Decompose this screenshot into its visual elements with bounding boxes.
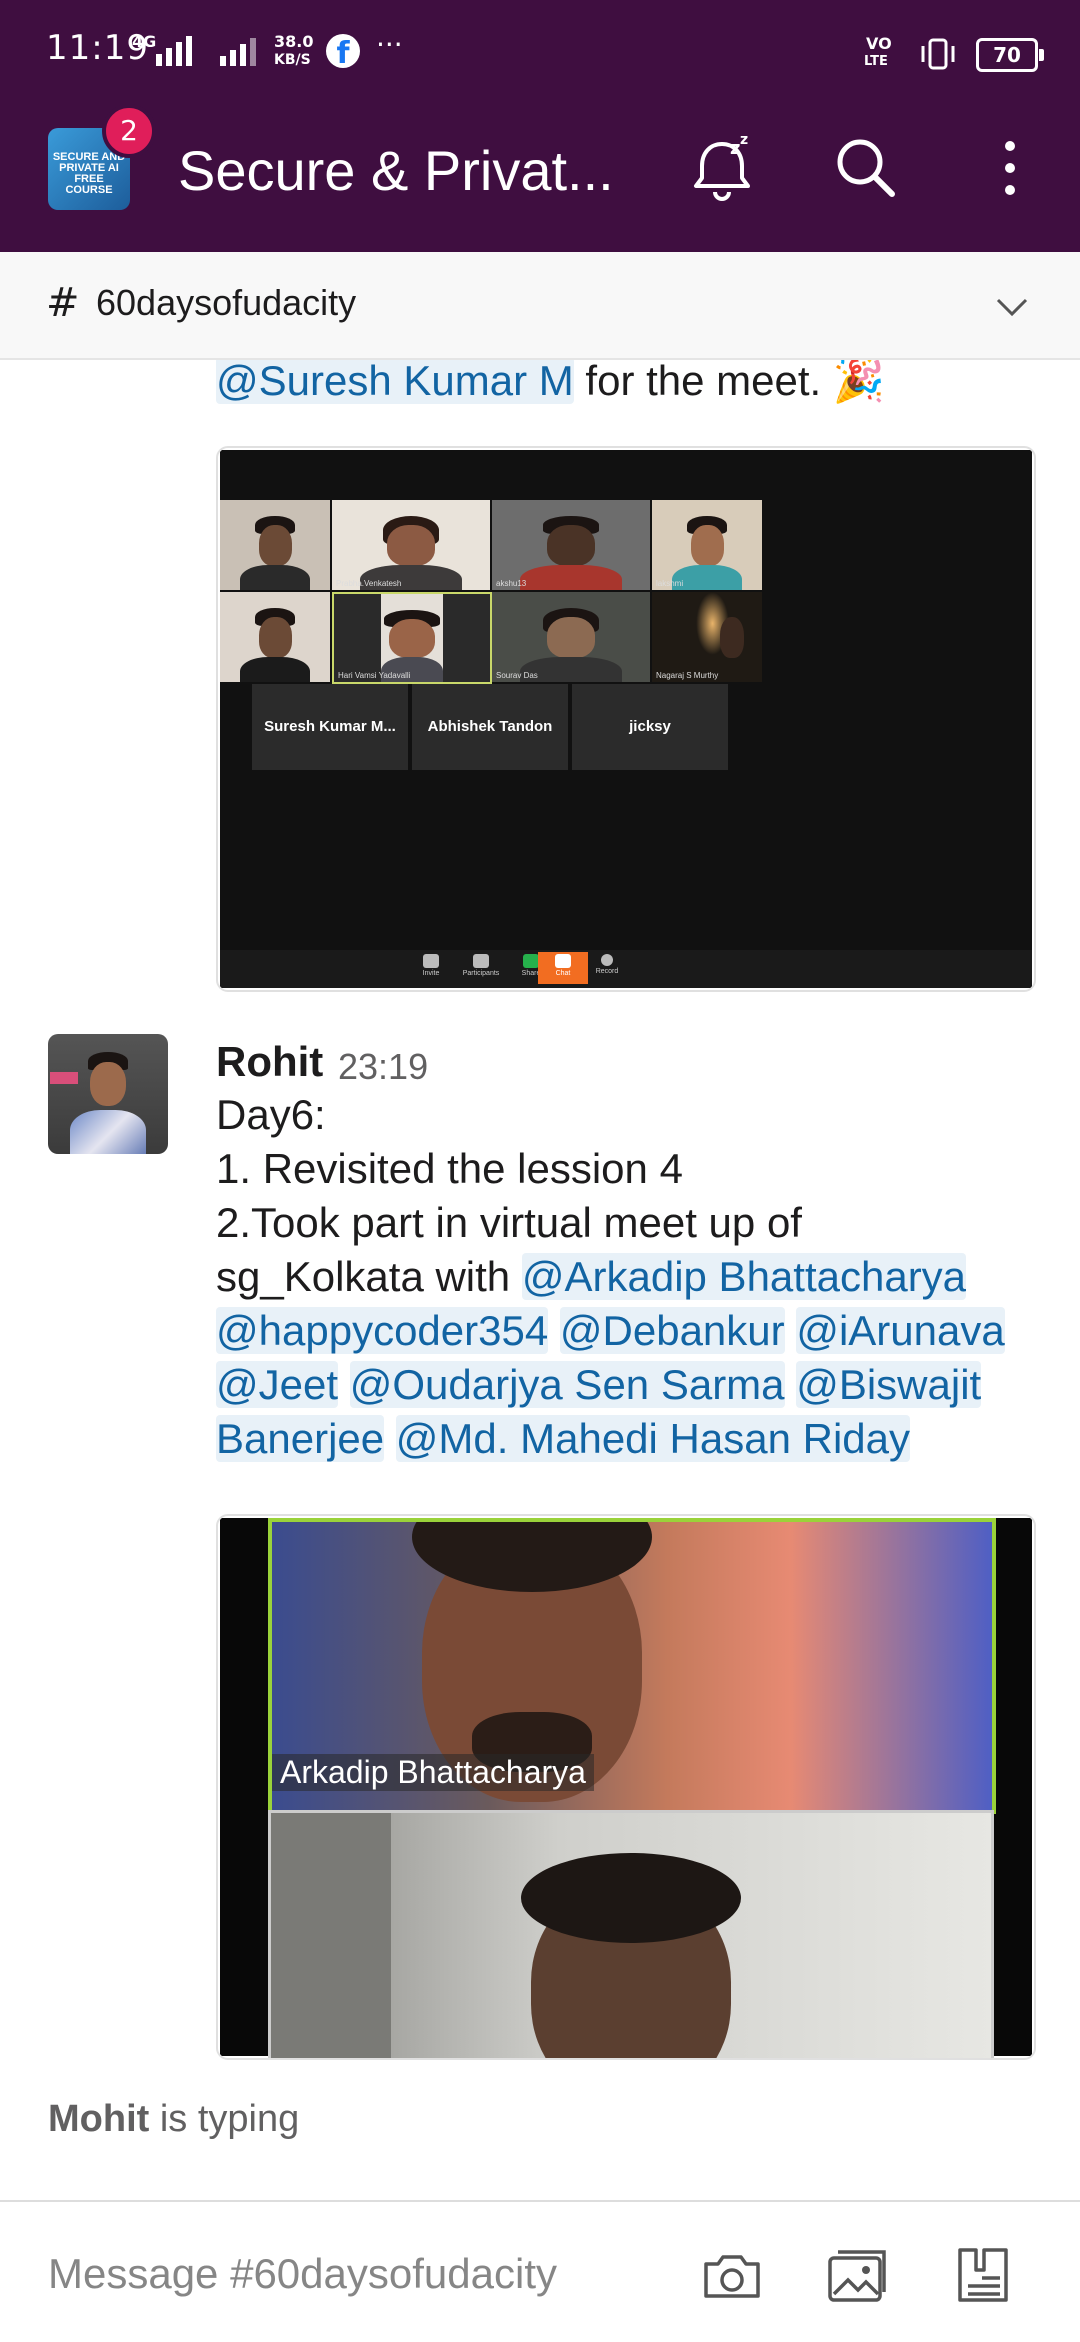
mention-link[interactable]: @Biswajit bbox=[796, 1361, 982, 1408]
mention-link[interactable]: @happycoder354 bbox=[216, 1307, 549, 1354]
app-bar: SECURE AND PRIVATE AI FREE COURSE 2 Secu… bbox=[0, 86, 1080, 252]
message-line: 1. Revisited the lession 4 bbox=[216, 1145, 683, 1192]
svg-text:z: z bbox=[740, 132, 748, 148]
zoom-speaker-view: Arkadip Bhattacharya bbox=[220, 1518, 1032, 2058]
video-tile-camera-off: Abhishek Tandon bbox=[412, 684, 568, 770]
volte-lte-label: LTE bbox=[864, 54, 888, 69]
message-feed[interactable]: @Suresh Kumar M for the meet. 🎉 Prabha.V… bbox=[0, 360, 1080, 2080]
video-tile: lakshmi bbox=[652, 500, 762, 590]
prev-message-tail: for the meet. 🎉 bbox=[573, 360, 886, 404]
video-tile-camera-off: Suresh Kumar M... bbox=[252, 684, 408, 770]
files-icon[interactable] bbox=[952, 2244, 1016, 2308]
snooze-bell-icon[interactable]: z z bbox=[680, 126, 764, 210]
message-author[interactable]: Rohit bbox=[216, 1038, 323, 1086]
mention-link[interactable]: @Jeet bbox=[216, 1361, 339, 1408]
zoom-invite-button: Invite bbox=[406, 952, 456, 984]
avatar[interactable] bbox=[48, 1034, 168, 1154]
video-tile-active-speaker: Hari Vamsi Yadavalli bbox=[332, 592, 492, 684]
mention-link[interactable]: Banerjee bbox=[216, 1415, 385, 1462]
workspace-title[interactable]: Secure & Privat... bbox=[178, 138, 648, 203]
signal-icon bbox=[156, 32, 192, 66]
mention-link[interactable]: @iArunava bbox=[796, 1307, 1005, 1354]
participant-name-label: Arkadip Bhattacharya bbox=[272, 1754, 594, 1791]
camera-icon[interactable] bbox=[700, 2244, 764, 2308]
workspace-logo-text: SECURE AND PRIVATE AI FREE COURSE bbox=[52, 151, 126, 196]
status-bar: 11:19 4G 38.0 KB/S f ··· VO LTE 70 bbox=[0, 0, 1080, 86]
message-line: @Jeet @Oudarjya Sen Sarma @Biswajit bbox=[216, 1358, 982, 1412]
mention-link[interactable]: @Oudarjya Sen Sarma bbox=[349, 1361, 785, 1408]
more-vert-icon[interactable] bbox=[968, 126, 1052, 210]
zoom-gallery: Prabha.Venkatesh akshu13 lakshmi Hari Va… bbox=[220, 450, 1032, 988]
typing-user: Mohit bbox=[48, 2098, 150, 2140]
mention-link[interactable]: @Suresh Kumar M bbox=[216, 360, 574, 404]
zoom-toolbar: Invite Participants Share Chat Record bbox=[220, 950, 1032, 988]
zoom-chat-button: Chat bbox=[538, 952, 588, 984]
video-tile-active-speaker: Arkadip Bhattacharya bbox=[268, 1518, 996, 1814]
facebook-icon: f bbox=[326, 34, 360, 68]
zoom-participants-button: Participants bbox=[456, 952, 506, 984]
video-tile bbox=[220, 500, 330, 590]
mention-link[interactable]: @Arkadip Bhattacharya bbox=[521, 1253, 967, 1300]
workspace-badge: 2 bbox=[102, 104, 156, 158]
svg-text:z: z bbox=[730, 138, 740, 159]
signal-icon-2 bbox=[220, 32, 256, 66]
mention-link[interactable]: @Debankur bbox=[559, 1307, 785, 1354]
gallery-icon[interactable] bbox=[826, 2244, 890, 2308]
chevron-down-icon[interactable] bbox=[994, 288, 1030, 324]
prev-message-text: @Suresh Kumar M for the meet. 🎉 bbox=[216, 360, 885, 408]
video-tile: akshu13 bbox=[492, 500, 650, 590]
net-speed-value: 38.0 bbox=[274, 32, 314, 51]
channel-hash-icon: # bbox=[46, 280, 80, 326]
volte-label: VO bbox=[866, 34, 892, 53]
zoom-record-button: Record bbox=[582, 952, 632, 984]
attachment-image-zoom-meeting-2[interactable]: Arkadip Bhattacharya bbox=[216, 1514, 1036, 2060]
message-input[interactable]: Message #60daysofudacity bbox=[48, 2250, 557, 2298]
message-line: sg_Kolkata with @Arkadip Bhattacharya bbox=[216, 1253, 967, 1300]
video-tile bbox=[220, 592, 330, 682]
vibrate-icon bbox=[921, 38, 955, 70]
message-composer: Message #60daysofudacity bbox=[0, 2200, 1080, 2342]
video-tile: Sourav Das bbox=[492, 592, 650, 682]
more-notifications-icon: ··· bbox=[376, 28, 403, 61]
video-tile: Prabha.Venkatesh bbox=[332, 500, 490, 590]
typing-indicator: Mohit is typing bbox=[48, 2098, 300, 2140]
attachment-image-zoom-meeting-1[interactable]: Prabha.Venkatesh akshu13 lakshmi Hari Va… bbox=[216, 446, 1036, 992]
video-tile-camera-off: jicksy bbox=[572, 684, 728, 770]
message-line: Banerjee @Md. Mahedi Hasan Riday bbox=[216, 1412, 910, 1466]
channel-name[interactable]: 60daysofudacity bbox=[96, 282, 356, 324]
message-line: 2.Took part in virtual meet up of bbox=[216, 1199, 802, 1246]
battery-icon: 70 bbox=[976, 38, 1044, 72]
video-tile: Nagaraj S Murthy bbox=[652, 592, 762, 682]
video-tile bbox=[268, 1810, 994, 2058]
message-line: Day6: bbox=[216, 1091, 326, 1138]
network-type: 4G bbox=[132, 32, 157, 51]
net-speed-unit: KB/S bbox=[274, 52, 311, 68]
message-line: @happycoder354 @Debankur @iArunava bbox=[216, 1304, 1005, 1358]
message-timestamp: 23:19 bbox=[338, 1046, 429, 1087]
channel-header[interactable]: # 60daysofudacity bbox=[0, 252, 1080, 360]
mention-link[interactable]: @Md. Mahedi Hasan Riday bbox=[395, 1415, 910, 1462]
search-icon[interactable] bbox=[824, 126, 908, 210]
